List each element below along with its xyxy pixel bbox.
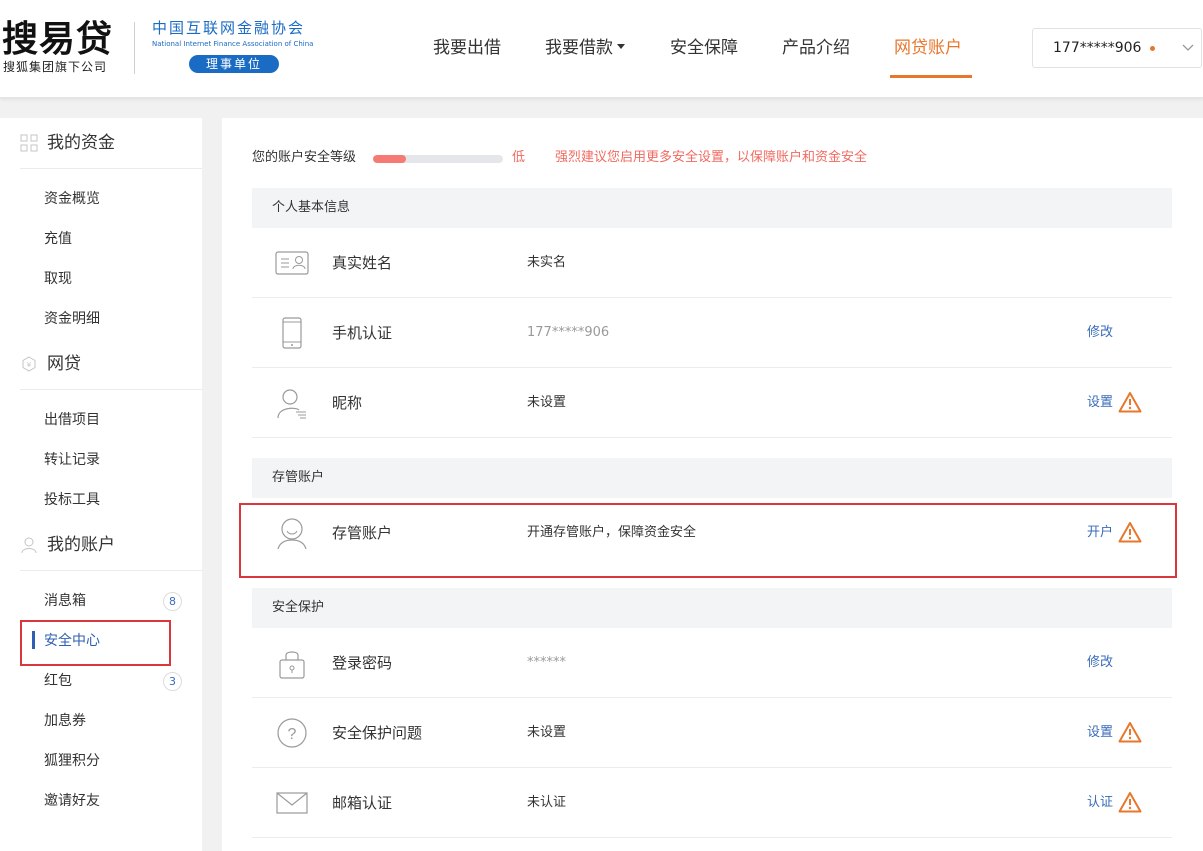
nav-lend[interactable]: 我要出借 [433, 0, 501, 98]
row-value: ****** [527, 655, 566, 670]
chevron-down-icon [1182, 44, 1194, 51]
row-title: 登录密码 [332, 654, 393, 672]
sidebar-group-account: 我的账户 [0, 520, 202, 570]
sidebar-item-withdraw[interactable]: 取现 [44, 269, 72, 289]
nav-security[interactable]: 安全保障 [670, 0, 738, 98]
row-value: 未实名 [527, 255, 567, 270]
warning-icon [1118, 722, 1142, 743]
divider [20, 389, 202, 390]
sidebar-item-transfer-records[interactable]: 转让记录 [44, 450, 100, 470]
row-value: 未认证 [527, 795, 567, 810]
divider [20, 168, 202, 169]
row-title: 安全保护问题 [332, 724, 423, 742]
red-packet-count-badge: 3 [163, 672, 182, 691]
nav-products[interactable]: 产品介绍 [782, 0, 850, 98]
row-security-question: ? 安全保护问题 未设置 设置 [252, 698, 1172, 768]
sidebar-item-invite[interactable]: 邀请好友 [44, 791, 100, 811]
lock-icon [279, 651, 305, 679]
top-header: 搜易贷 搜狐集团旗下公司 中国互联网金融协会 National Internet… [0, 0, 1203, 98]
user-phone: 177*****906 [1053, 40, 1142, 56]
caret-down-icon [617, 44, 625, 49]
nav-borrow[interactable]: 我要借款 [545, 0, 625, 98]
sidebar-item-points[interactable]: 狐狸积分 [44, 751, 100, 771]
row-value: 未设置 [527, 725, 567, 740]
inbox-count-badge: 8 [163, 592, 182, 611]
divider [20, 570, 202, 571]
association-name: 中国互联网金融协会 [152, 19, 306, 37]
row-phone-auth: 手机认证 177*****906 修改 [252, 298, 1172, 368]
user-icon [21, 537, 37, 554]
verify-email-link[interactable]: 认证 [1087, 768, 1113, 838]
sidebar-item-fund-overview[interactable]: 资金概览 [44, 189, 100, 209]
section-header-depository: 存管账户 [252, 458, 1172, 498]
row-title: 邮箱认证 [332, 794, 393, 812]
security-tip: 强烈建议您启用更多安全设置，以保障账户和资金安全 [555, 150, 868, 165]
hexagon-icon: ¥ [22, 356, 36, 372]
sidebar-item-fund-details[interactable]: 资金明细 [44, 309, 100, 329]
security-level-bar [373, 155, 503, 163]
site-logo[interactable]: 搜易贷 [2, 20, 113, 60]
notification-dot [1150, 46, 1155, 51]
logo-subtitle: 搜狐集团旗下公司 [3, 60, 108, 74]
sidebar-item-coupons[interactable]: 加息券 [44, 711, 86, 731]
set-question-link[interactable]: 设置 [1087, 698, 1113, 768]
sidebar-item-bid-tools[interactable]: 投标工具 [44, 490, 100, 510]
logo-divider [134, 22, 135, 74]
sidebar-group-title: 我的资金 [47, 133, 115, 153]
svg-text:¥: ¥ [27, 361, 32, 369]
row-title: 昵称 [332, 394, 363, 412]
set-nickname-link[interactable]: 设置 [1087, 368, 1113, 438]
row-title: 真实姓名 [332, 254, 393, 272]
row-title: 手机认证 [332, 324, 393, 342]
warning-icon [1118, 392, 1142, 413]
security-level-fill [373, 155, 406, 163]
id-card-icon [275, 251, 309, 275]
grid-icon [20, 134, 38, 152]
section-header-personal-info: 个人基本信息 [252, 188, 1172, 228]
sidebar-group-title: 我的账户 [47, 535, 115, 555]
warning-icon [1118, 792, 1142, 813]
row-value: 未设置 [527, 395, 567, 410]
security-center-panel: 您的账户安全等级 低 强烈建议您启用更多安全设置，以保障账户和资金安全 个人基本… [222, 118, 1203, 851]
sidebar-group-p2p: ¥ 网贷 [0, 339, 202, 389]
row-login-password: 登录密码 ****** 修改 [252, 628, 1172, 698]
security-level-label: 您的账户安全等级 [252, 150, 357, 165]
sidebar-group-title: 网贷 [47, 354, 81, 374]
row-real-name: 真实姓名 未实名 [252, 228, 1172, 298]
security-level-value: 低 [512, 150, 526, 165]
sidebar-group-funds: 我的资金 [0, 118, 202, 168]
sidebar-item-recharge[interactable]: 充值 [44, 229, 72, 249]
section-header-security-protection: 安全保护 [252, 588, 1172, 628]
mail-icon [276, 792, 308, 814]
row-email-auth: 邮箱认证 未认证 认证 [252, 768, 1172, 838]
association-badge: 理事单位 [189, 55, 279, 73]
svg-text:?: ? [288, 726, 297, 743]
phone-icon [282, 317, 302, 349]
modify-phone-link[interactable]: 修改 [1087, 298, 1113, 368]
modify-password-link[interactable]: 修改 [1087, 628, 1113, 698]
question-icon: ? [277, 718, 307, 748]
association-name-en: National Internet Finance Association of… [152, 40, 314, 48]
user-edit-icon [277, 389, 306, 419]
highlight-box [20, 620, 171, 666]
highlight-box [239, 503, 1177, 578]
sidebar-item-inbox[interactable]: 消息箱 [44, 591, 86, 611]
sidebar: 我的资金 资金概览 充值 取现 资金明细 ¥ 网贷 出借项目 转让记录 投标工具… [0, 118, 202, 851]
user-menu[interactable]: 177*****906 [1032, 28, 1202, 68]
nav-borrow-label: 我要借款 [545, 38, 613, 58]
nav-active-indicator [890, 75, 972, 78]
row-nickname: 昵称 未设置 设置 [252, 368, 1172, 438]
row-value: 177*****906 [527, 325, 610, 340]
sidebar-item-red-packet[interactable]: 红包 [44, 671, 72, 691]
sidebar-item-lending-projects[interactable]: 出借项目 [44, 410, 100, 430]
nav-account[interactable]: 网贷账户 [894, 0, 962, 98]
